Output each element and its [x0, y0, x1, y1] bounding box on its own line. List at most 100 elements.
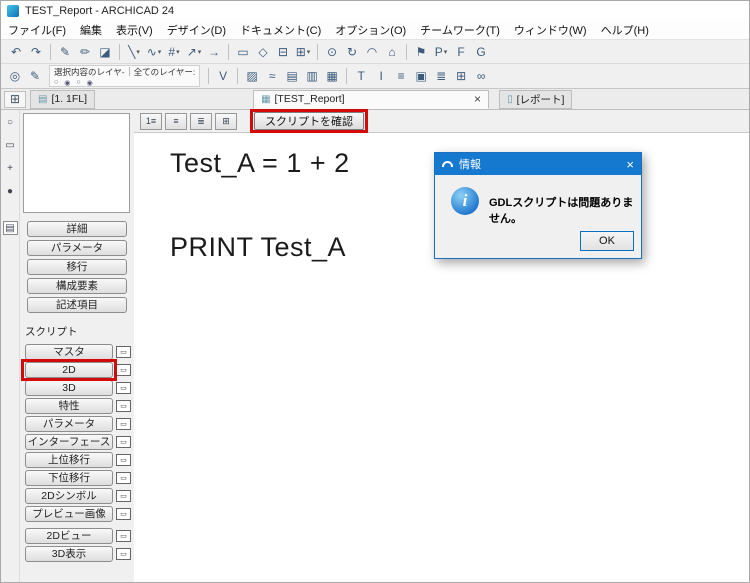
window-tool-icon[interactable]: ⊞	[452, 67, 470, 85]
column-tool-icon[interactable]: I	[372, 67, 390, 85]
eraser-icon[interactable]: ◪	[96, 43, 114, 61]
merge-button[interactable]: ⊞ ▾	[294, 43, 312, 61]
detail-button[interactable]: 詳細	[27, 221, 127, 237]
script-button-properties[interactable]: 特性	[25, 398, 113, 414]
quad-view-icon[interactable]: ⊞	[4, 90, 26, 108]
arrow-mode-icon[interactable]: ○	[3, 115, 18, 129]
undo-icon[interactable]: ↶	[7, 43, 25, 61]
migration-button[interactable]: 移行	[27, 259, 127, 275]
split-icon[interactable]: ⊟	[274, 43, 292, 61]
home-icon[interactable]: ⌂	[383, 43, 401, 61]
spline-tool-button[interactable]: ∿ ▾	[145, 43, 163, 61]
outline-icon[interactable]: ⊞	[215, 112, 237, 130]
menu-window[interactable]: ウィンドウ(W)	[507, 20, 594, 40]
arc-icon[interactable]: ◠	[363, 43, 381, 61]
merge-icon: ⊞	[295, 44, 306, 59]
wave-tool-icon[interactable]: ≈	[263, 67, 281, 85]
grid-snap-button[interactable]: # ▾	[165, 43, 183, 61]
parameters-button[interactable]: パラメータ	[27, 240, 127, 256]
open-in-window-icon[interactable]: ▭	[116, 454, 131, 466]
script-button-2d[interactable]: 2D	[21, 359, 117, 381]
script-button-3d[interactable]: 3D	[25, 380, 113, 396]
zoom-icon[interactable]: ⊙	[323, 43, 341, 61]
beam-tool-icon[interactable]: ≡	[392, 67, 410, 85]
descriptors-button[interactable]: 記述項目	[27, 297, 127, 313]
menu-view[interactable]: 表示(V)	[109, 20, 160, 40]
open-in-window-icon[interactable]: ▭	[116, 364, 131, 376]
script-button-2d-symbol[interactable]: 2Dシンボル	[25, 488, 113, 504]
highlighter-icon[interactable]: ✎	[56, 43, 74, 61]
menu-options[interactable]: オプション(O)	[328, 20, 413, 40]
script-button-master[interactable]: マスタ	[25, 344, 113, 360]
offset-icon[interactable]: →	[205, 43, 223, 61]
object-tool-icon[interactable]: ▣	[412, 67, 430, 85]
indent-icon[interactable]: ≣	[190, 112, 212, 130]
flag-icon[interactable]: ⚑	[412, 43, 430, 61]
ok-button[interactable]: OK	[580, 231, 634, 251]
trace-reference-icon[interactable]: V	[214, 67, 232, 85]
capture-icon[interactable]: G	[472, 43, 490, 61]
renovation-icon[interactable]: ◎	[6, 67, 24, 85]
components-button[interactable]: 構成要素	[27, 278, 127, 294]
profile-icon[interactable]: F	[452, 43, 470, 61]
hatch-tool-icon[interactable]: ▤	[283, 67, 301, 85]
redo-icon[interactable]: ↷	[27, 43, 45, 61]
open-in-window-icon[interactable]: ▭	[116, 490, 131, 502]
layer-selector[interactable]: 選択内容のレイヤ- 全てのレイヤー: ○ ◉ ○ ◉	[49, 65, 201, 87]
lock-icon[interactable]: ○	[54, 79, 58, 87]
tab-test-report[interactable]: ▦ [TEST_Report] ×	[253, 89, 490, 109]
check-script-button[interactable]: スクリプトを確認	[250, 109, 368, 133]
menu-bar: ファイル(F) 編集 表示(V) デザイン(D) ドキュメント(C) オプション…	[1, 21, 749, 40]
link-icon[interactable]: ∞	[472, 67, 490, 85]
text-tool-icon[interactable]: T	[352, 67, 370, 85]
open-in-window-icon[interactable]: ▭	[116, 472, 131, 484]
tab-floor-plan[interactable]: ▤ [1. 1FL]	[30, 89, 96, 109]
chevron-down-icon: ▾	[443, 48, 448, 56]
script-button-backward-migration[interactable]: 下位移行	[25, 470, 113, 486]
favorites-button[interactable]: P ▾	[432, 43, 450, 61]
menu-document[interactable]: ドキュメント(C)	[233, 20, 328, 40]
open-in-window-icon[interactable]: ▭	[116, 436, 131, 448]
script-button-3d-view[interactable]: 3D表示	[25, 546, 113, 562]
stair-tool-icon[interactable]: ≣	[432, 67, 450, 85]
open-in-window-icon[interactable]: ▭	[116, 508, 131, 520]
fill-tool-icon[interactable]: ▨	[243, 67, 261, 85]
wand-icon[interactable]: ◇	[254, 43, 272, 61]
marquee-icon[interactable]: ▭	[234, 43, 252, 61]
script-button-forward-migration[interactable]: 上位移行	[25, 452, 113, 468]
script-button-parameters[interactable]: パラメータ	[25, 416, 113, 432]
menu-design[interactable]: デザイン(D)	[160, 20, 233, 40]
pen-set-icon[interactable]: ✎	[26, 67, 44, 85]
menu-file[interactable]: ファイル(F)	[1, 20, 73, 40]
menu-help[interactable]: ヘルプ(H)	[594, 20, 656, 40]
open-in-window-icon[interactable]: ▭	[116, 548, 131, 560]
script-button-interface[interactable]: インターフェース	[25, 434, 113, 450]
open-in-window-icon[interactable]: ▭	[116, 382, 131, 394]
profile-tool-icon[interactable]: ▥	[303, 67, 321, 85]
line-tool-button[interactable]: ╲ ▾	[125, 43, 143, 61]
wrap-lines-icon[interactable]: ≡	[165, 112, 187, 130]
menu-edit[interactable]: 編集	[73, 20, 109, 40]
grid-view-icon[interactable]: ▤	[2, 221, 18, 235]
lock-icon[interactable]: ○	[76, 79, 80, 87]
marquee-mode-icon[interactable]: ▭	[3, 138, 18, 152]
globe-icon[interactable]: ●	[3, 184, 18, 198]
visibility-icon[interactable]: ◉	[64, 79, 70, 87]
visibility-icon[interactable]: ◉	[87, 79, 93, 87]
tab-report[interactable]: ▯ [レポート]	[499, 89, 573, 109]
open-in-window-icon[interactable]: ▭	[116, 418, 131, 430]
script-button-preview-picture[interactable]: プレビュー画像	[25, 506, 113, 522]
open-in-window-icon[interactable]: ▭	[116, 400, 131, 412]
script-button-2d-view[interactable]: 2Dビュー	[25, 528, 113, 544]
line-numbers-icon[interactable]: 1≡	[140, 112, 162, 130]
arrow-tool-button[interactable]: ↗ ▾	[185, 43, 203, 61]
rotate-icon[interactable]: ↻	[343, 43, 361, 61]
close-tab-icon[interactable]: ×	[474, 92, 481, 106]
menu-teamwork[interactable]: チームワーク(T)	[413, 20, 507, 40]
pin-icon[interactable]: +	[3, 161, 18, 175]
open-in-window-icon[interactable]: ▭	[116, 346, 131, 358]
dialog-close-icon[interactable]: ×	[626, 157, 634, 172]
open-in-window-icon[interactable]: ▭	[116, 530, 131, 542]
mesh-tool-icon[interactable]: ▦	[323, 67, 341, 85]
pencil-icon[interactable]: ✏	[76, 43, 94, 61]
